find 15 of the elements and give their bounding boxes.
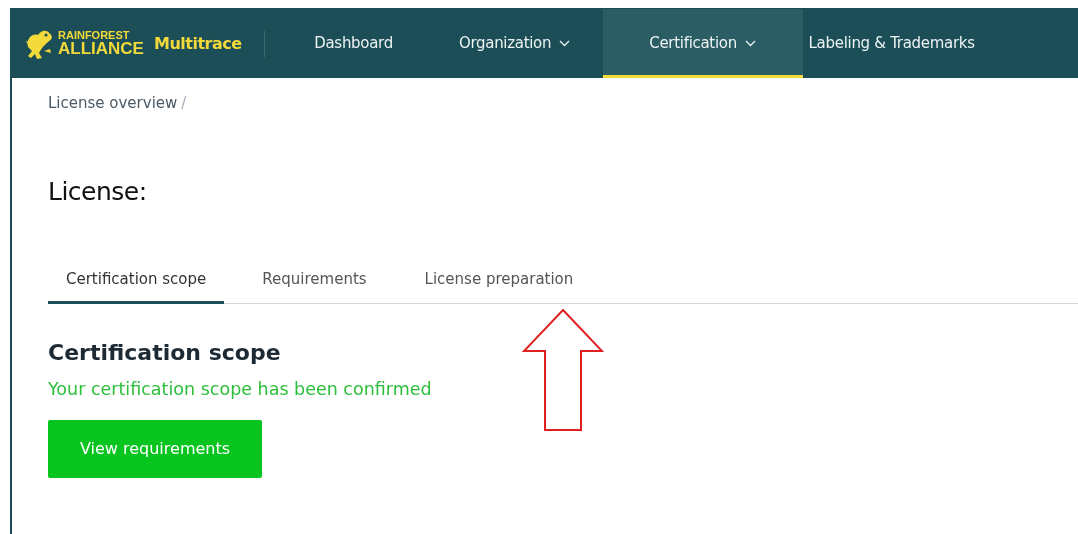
logo-text: RAINFOREST bbox=[58, 30, 131, 41]
tab[interactable]: Requirements bbox=[244, 268, 385, 304]
page-title: License: bbox=[47, 175, 148, 208]
breadcrumb-separator: / bbox=[181, 93, 187, 114]
nav-item[interactable]: Certification bbox=[602, 9, 803, 78]
tab[interactable]: Certification scope bbox=[48, 268, 225, 304]
nav-item[interactable]: Dashboard bbox=[298, 9, 409, 78]
nav-item[interactable]: Organization bbox=[430, 9, 599, 78]
status-message: Your certification scope has been confirmed bbox=[48, 377, 433, 401]
breadcrumb-link[interactable]: License overview bbox=[48, 92, 178, 115]
logo-text: ALLIANCE bbox=[58, 40, 144, 57]
nav-item[interactable]: Labeling & Trademarks bbox=[802, 9, 1013, 78]
section-title: Certification scope bbox=[48, 339, 282, 366]
tab[interactable]: License preparation bbox=[406, 268, 592, 304]
app-name: Multitrace bbox=[153, 32, 242, 55]
